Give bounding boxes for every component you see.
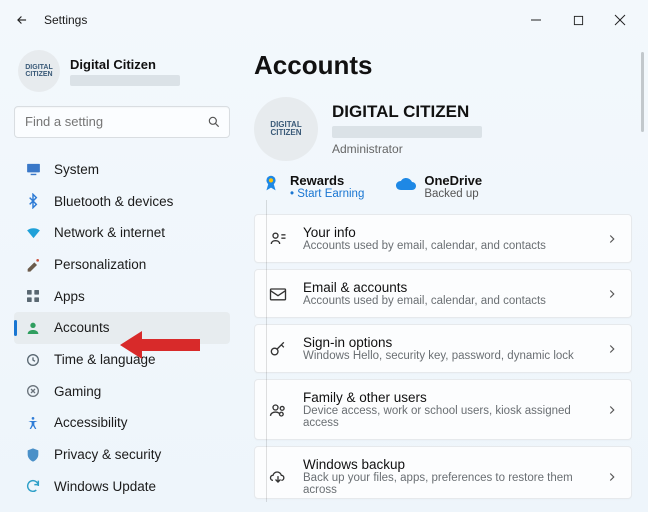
user-email-redacted [70, 75, 180, 86]
account-role: Administrator [332, 142, 482, 156]
apps-icon [24, 287, 42, 305]
card-title: Family & other users [303, 390, 591, 405]
maximize-button[interactable] [558, 4, 598, 36]
rewards-tile[interactable]: Rewards • Start Earning [260, 173, 364, 200]
sidebar-item-label: Privacy & security [54, 447, 161, 462]
chevron-right-icon [605, 232, 619, 246]
bluetooth-icon [24, 192, 42, 210]
paint-icon [24, 256, 42, 274]
chevron-right-icon [605, 342, 619, 356]
tile-label: Rewards [290, 173, 364, 188]
sidebar-item-time[interactable]: Time & language [14, 344, 230, 376]
card-title: Sign-in options [303, 335, 574, 350]
page-title: Accounts [254, 50, 632, 81]
gaming-icon [24, 382, 42, 400]
sidebar-item-label: Time & language [54, 352, 156, 367]
chevron-right-icon [605, 403, 619, 417]
card-signin-options[interactable]: Sign-in optionsWindows Hello, security k… [254, 324, 632, 373]
clock-icon [24, 351, 42, 369]
account-name: DIGITAL CITIZEN [332, 102, 482, 122]
sidebar-item-privacy[interactable]: Privacy & security [14, 439, 230, 471]
sidebar-item-label: Personalization [54, 257, 146, 272]
display-icon [24, 161, 42, 179]
main-content: Accounts DIGITAL CITIZEN DIGITAL CITIZEN… [240, 40, 648, 512]
sidebar-item-label: System [54, 162, 99, 177]
account-header: DIGITAL CITIZEN DIGITAL CITIZEN Administ… [254, 97, 632, 161]
card-sub: Back up your files, apps, preferences to… [303, 472, 591, 496]
people-icon [267, 399, 289, 421]
close-button[interactable] [600, 4, 640, 36]
tile-label: OneDrive [424, 173, 482, 188]
search-box[interactable] [14, 106, 230, 138]
chevron-right-icon [605, 287, 619, 301]
card-sub: Accounts used by email, calendar, and co… [303, 295, 546, 307]
sidebar-item-accessibility[interactable]: Accessibility [14, 407, 230, 439]
sidebar-item-accounts[interactable]: Accounts [14, 312, 230, 344]
minimize-button[interactable] [516, 4, 556, 36]
tile-sub: Backed up [424, 188, 482, 200]
sidebar-item-label: Windows Update [54, 479, 156, 494]
back-button[interactable] [8, 6, 36, 34]
sidebar-item-bluetooth[interactable]: Bluetooth & devices [14, 185, 230, 217]
sidebar-item-gaming[interactable]: Gaming [14, 375, 230, 407]
scrollbar[interactable] [641, 52, 644, 132]
wifi-icon [24, 224, 42, 242]
update-icon [24, 477, 42, 495]
sidebar-item-system[interactable]: System [14, 154, 230, 186]
user-profile[interactable]: DIGITAL CITIZEN Digital Citizen [14, 46, 230, 102]
divider [266, 200, 267, 502]
window-title: Settings [44, 13, 87, 27]
sidebar-item-update[interactable]: Windows Update [14, 470, 230, 502]
user-name: Digital Citizen [70, 57, 180, 72]
sidebar-item-label: Apps [54, 289, 85, 304]
account-email-redacted [332, 126, 482, 138]
search-input[interactable] [23, 113, 207, 130]
sidebar-item-personalization[interactable]: Personalization [14, 249, 230, 281]
avatar: DIGITAL CITIZEN [254, 97, 318, 161]
sidebar: DIGITAL CITIZEN Digital Citizen System B… [0, 40, 240, 512]
card-windows-backup[interactable]: Windows backupBack up your files, apps, … [254, 446, 632, 499]
card-sub: Device access, work or school users, kio… [303, 405, 591, 429]
card-your-info[interactable]: Your infoAccounts used by email, calenda… [254, 214, 632, 263]
sidebar-item-label: Accounts [54, 320, 110, 335]
onedrive-icon [394, 173, 416, 195]
sidebar-item-label: Accessibility [54, 415, 128, 430]
sidebar-item-apps[interactable]: Apps [14, 280, 230, 312]
onedrive-tile[interactable]: OneDrive Backed up [394, 173, 482, 200]
shield-icon [24, 446, 42, 464]
avatar: DIGITAL CITIZEN [18, 50, 60, 92]
nav-list: System Bluetooth & devices Network & int… [14, 154, 230, 502]
chevron-right-icon [605, 470, 619, 484]
person-icon [24, 319, 42, 337]
sidebar-item-label: Gaming [54, 384, 101, 399]
person-card-icon [267, 228, 289, 250]
key-icon [267, 338, 289, 360]
backup-icon [267, 466, 289, 488]
card-title: Email & accounts [303, 280, 546, 295]
sidebar-item-network[interactable]: Network & internet [14, 217, 230, 249]
titlebar: Settings [0, 0, 648, 40]
search-icon [207, 115, 221, 129]
sidebar-item-label: Network & internet [54, 225, 165, 240]
card-title: Windows backup [303, 457, 591, 472]
card-sub: Windows Hello, security key, password, d… [303, 350, 574, 362]
mail-icon [267, 283, 289, 305]
rewards-icon [260, 173, 282, 195]
card-sub: Accounts used by email, calendar, and co… [303, 240, 546, 252]
sidebar-item-label: Bluetooth & devices [54, 194, 173, 209]
card-family-users[interactable]: Family & other usersDevice access, work … [254, 379, 632, 440]
tile-sub: • Start Earning [290, 188, 364, 200]
accessibility-icon [24, 414, 42, 432]
card-title: Your info [303, 225, 546, 240]
card-email-accounts[interactable]: Email & accountsAccounts used by email, … [254, 269, 632, 318]
